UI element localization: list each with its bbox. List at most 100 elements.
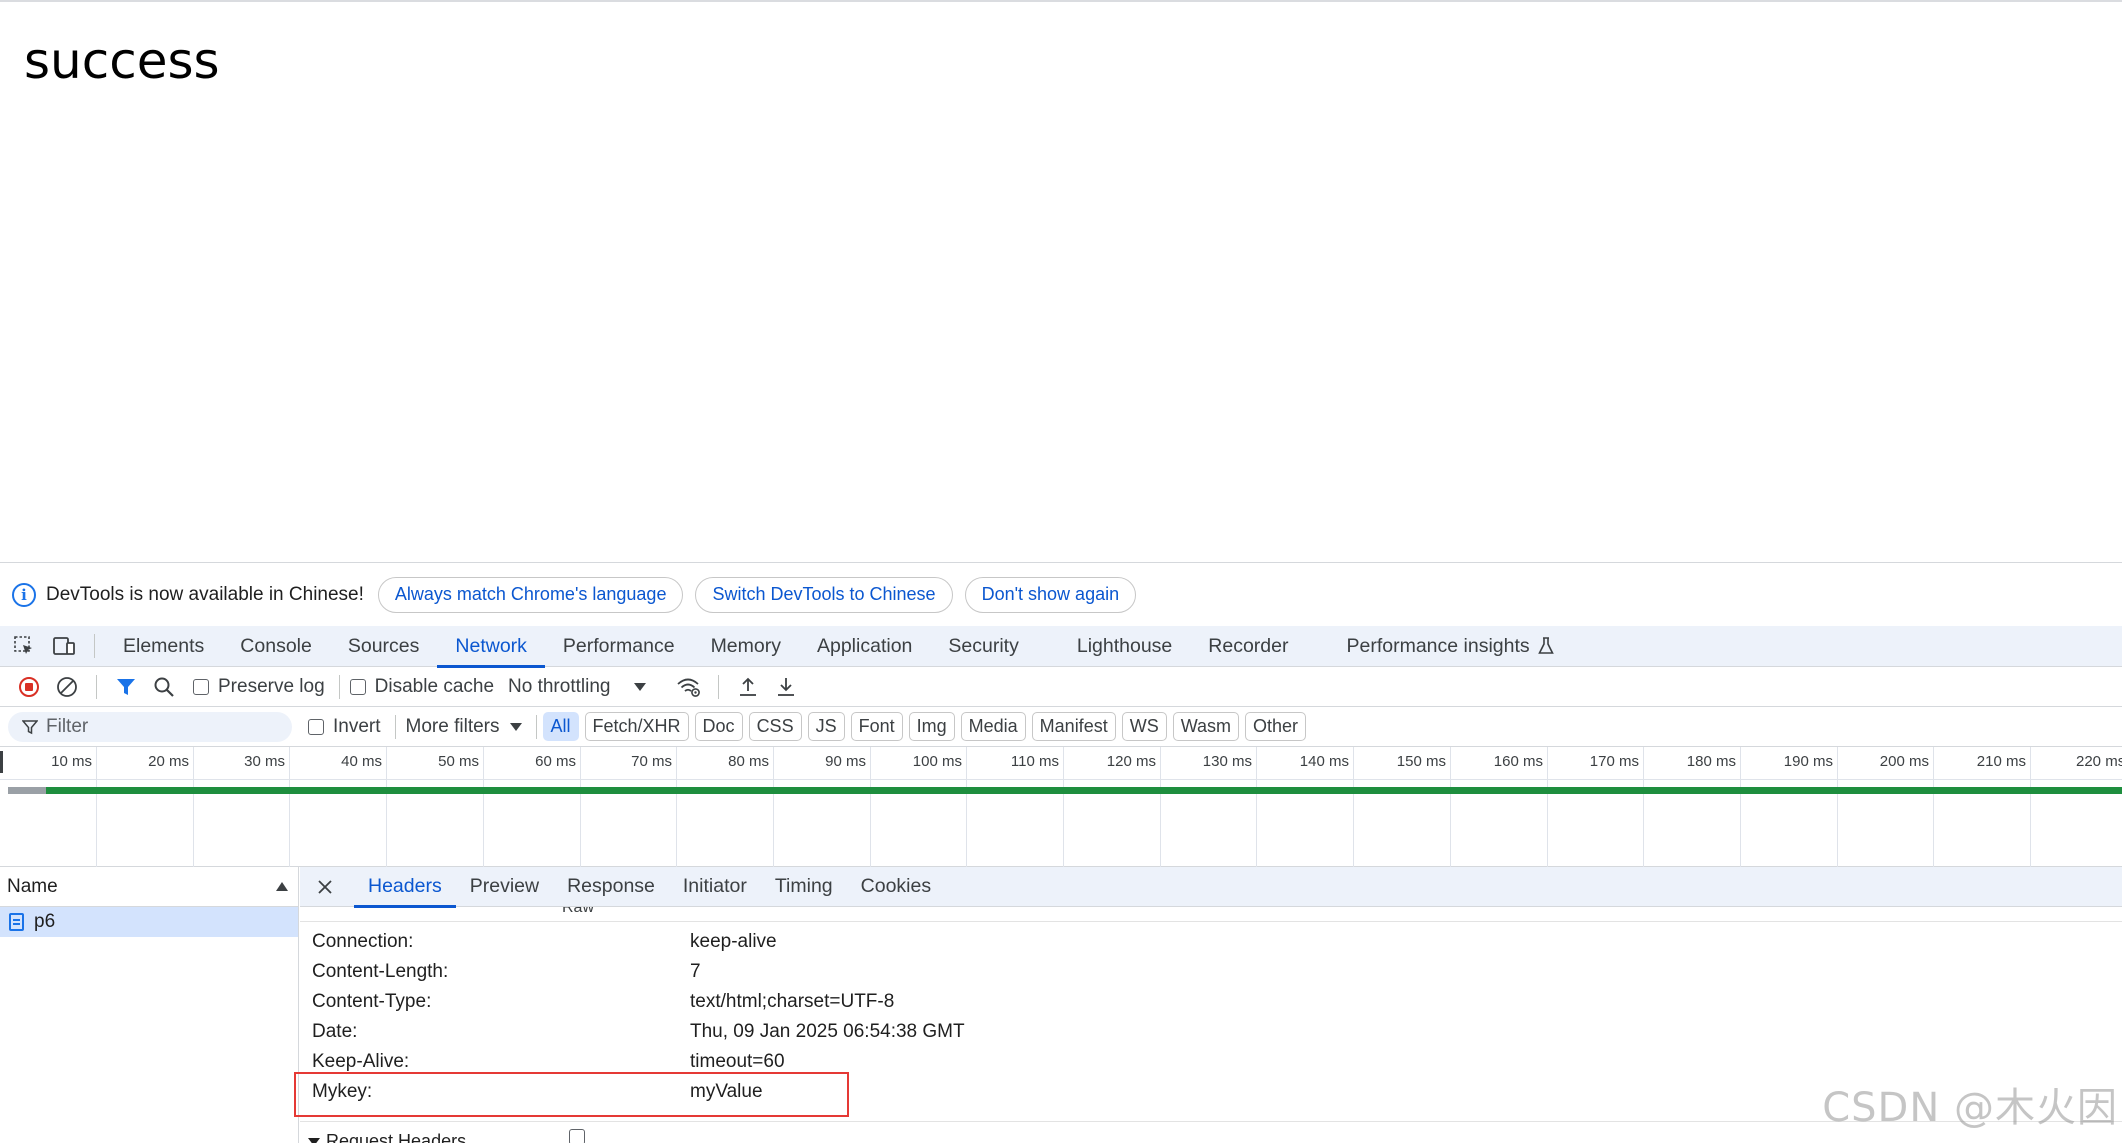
- type-filter-other[interactable]: Other: [1245, 712, 1307, 741]
- raw-toggle-label: Raw: [562, 907, 595, 916]
- clear-icon[interactable]: [48, 668, 86, 706]
- timeline-tick: 220 ms: [2031, 747, 2122, 867]
- timeline-tick: 120 ms: [1064, 747, 1161, 867]
- timeline-tick: 90 ms: [774, 747, 871, 867]
- inspect-element-icon[interactable]: [4, 626, 44, 666]
- timeline-tick: 70 ms: [580, 747, 677, 867]
- header-value: keep-alive: [690, 931, 777, 952]
- tab-timing[interactable]: Timing: [761, 867, 847, 907]
- throttling-select[interactable]: No throttling: [508, 676, 647, 698]
- header-value: text/html;charset=UTF-8: [690, 991, 895, 1012]
- filter-input[interactable]: Filter: [8, 711, 292, 742]
- name-column-label: Name: [7, 875, 58, 897]
- timeline-tick-label: 180 ms: [1686, 753, 1736, 770]
- type-filter-img[interactable]: Img: [908, 712, 955, 741]
- timeline-start-handle[interactable]: [0, 751, 3, 773]
- devtools-panel: i DevTools is now available in Chinese! …: [0, 562, 2122, 1143]
- tab-performance-insights-label: Performance insights: [1346, 634, 1530, 657]
- dont-show-again-button[interactable]: Don't show again: [964, 576, 1137, 613]
- export-har-icon[interactable]: [767, 668, 805, 706]
- preserve-log-box: [193, 678, 209, 695]
- type-filter-manifest[interactable]: Manifest: [1031, 712, 1116, 741]
- invert-checkbox[interactable]: Invert: [308, 716, 381, 738]
- tab-initiator[interactable]: Initiator: [669, 867, 761, 907]
- disable-cache-box: [349, 678, 366, 695]
- disable-cache-checkbox[interactable]: Disable cache: [349, 676, 494, 698]
- filter-funnel-icon[interactable]: [107, 668, 145, 706]
- tab-network[interactable]: Network: [437, 626, 545, 668]
- filterbar-divider-2: [535, 714, 537, 739]
- type-filter-doc[interactable]: Doc: [694, 712, 743, 741]
- tab-application[interactable]: Application: [799, 626, 930, 667]
- timeline-tick-label: 100 ms: [912, 753, 962, 770]
- tab-lighthouse[interactable]: Lighthouse: [1059, 626, 1190, 667]
- tab-elements[interactable]: Elements: [105, 626, 222, 667]
- timeline-tick: 160 ms: [1451, 747, 1548, 867]
- timeline-tick-label: 110 ms: [1010, 753, 1059, 770]
- type-filter-fetch-xhr[interactable]: Fetch/XHR: [584, 712, 689, 741]
- tab-headers[interactable]: Headers: [354, 867, 456, 908]
- expand-triangle-icon: [308, 1137, 320, 1143]
- close-icon[interactable]: [308, 870, 342, 904]
- watermark: CSDN @木火因: [1822, 1085, 2118, 1131]
- type-filter-font[interactable]: Font: [850, 712, 903, 741]
- type-filter-wasm[interactable]: Wasm: [1172, 712, 1240, 741]
- timeline-tick: 30 ms: [193, 747, 290, 867]
- timeline-tick-label: 20 ms: [148, 753, 189, 770]
- header-key: Connection:: [312, 931, 414, 952]
- more-filters-dropdown[interactable]: More filters: [406, 716, 522, 738]
- timeline-tick: 130 ms: [1160, 747, 1257, 867]
- tab-performance[interactable]: Performance: [545, 626, 693, 667]
- device-toolbar-icon[interactable]: [44, 626, 84, 666]
- tab-cookies[interactable]: Cookies: [847, 867, 945, 907]
- type-filter-js[interactable]: JS: [807, 712, 845, 741]
- tab-response[interactable]: Response: [553, 867, 669, 907]
- request-row[interactable]: p6: [0, 907, 298, 937]
- type-filter-all[interactable]: All: [542, 712, 579, 741]
- timeline-tick: 50 ms: [387, 747, 484, 867]
- preserve-log-checkbox[interactable]: Preserve log: [193, 676, 325, 698]
- network-conditions-icon[interactable]: [670, 668, 708, 706]
- timeline-tick: 140 ms: [1257, 747, 1354, 867]
- tab-sources[interactable]: Sources: [330, 626, 438, 667]
- type-filter-ws[interactable]: WS: [1121, 712, 1167, 741]
- timeline-tick-label: 40 ms: [341, 753, 382, 770]
- infobar-message: DevTools is now available in Chinese!: [46, 583, 364, 605]
- tab-memory[interactable]: Memory: [693, 626, 799, 667]
- request-headers-toggle[interactable]: Request Headers: [308, 1131, 466, 1143]
- timeline-tick: 190 ms: [1741, 747, 1838, 867]
- timeline-tick: 40 ms: [290, 747, 387, 867]
- timeline-tick: 200 ms: [1837, 747, 1934, 867]
- timeline-tick-label: 200 ms: [1879, 753, 1929, 770]
- header-row-keep-alive: Keep-Alive: timeout=60: [312, 1051, 785, 1073]
- search-icon[interactable]: [145, 668, 183, 706]
- type-filter-media[interactable]: Media: [960, 712, 1026, 741]
- timeline-waiting-bar: [8, 787, 46, 794]
- header-row-content-type: Content-Type: text/html;charset=UTF-8: [312, 991, 894, 1013]
- tab-performance-insights[interactable]: Performance insights: [1328, 626, 1571, 667]
- type-filter-css[interactable]: CSS: [748, 712, 802, 741]
- timeline-tick-label: 160 ms: [1493, 753, 1543, 770]
- request-list: Name p6: [0, 867, 299, 1143]
- header-value: timeout=60: [690, 1051, 785, 1072]
- network-toolbar: Preserve log Disable cache No throttling: [0, 667, 2122, 707]
- timeline-tick: 170 ms: [1547, 747, 1644, 867]
- invert-label: Invert: [333, 715, 381, 737]
- record-stop-icon[interactable]: [10, 668, 48, 706]
- switch-to-chinese-button[interactable]: Switch DevTools to Chinese: [695, 576, 953, 613]
- tabbar-divider: [94, 634, 95, 658]
- timeline-activity-bar: [46, 787, 2122, 794]
- header-key: Date:: [312, 1021, 358, 1042]
- tab-recorder[interactable]: Recorder: [1190, 626, 1328, 667]
- import-har-icon[interactable]: [729, 668, 767, 706]
- info-icon: i: [12, 582, 36, 607]
- timeline-tick-label: 130 ms: [1202, 753, 1252, 770]
- network-overview-timeline[interactable]: 220 ms 210 ms 200 ms 190 ms 180 ms 170 ms 160 …: [0, 747, 2122, 867]
- tab-security[interactable]: Security: [930, 626, 1058, 667]
- always-match-language-button[interactable]: Always match Chrome's language: [377, 576, 684, 613]
- raw-checkbox[interactable]: [569, 1129, 585, 1143]
- tab-preview[interactable]: Preview: [456, 867, 553, 907]
- name-column-header[interactable]: Name: [0, 867, 298, 907]
- section-divider: [300, 921, 2122, 922]
- tab-console[interactable]: Console: [222, 626, 330, 667]
